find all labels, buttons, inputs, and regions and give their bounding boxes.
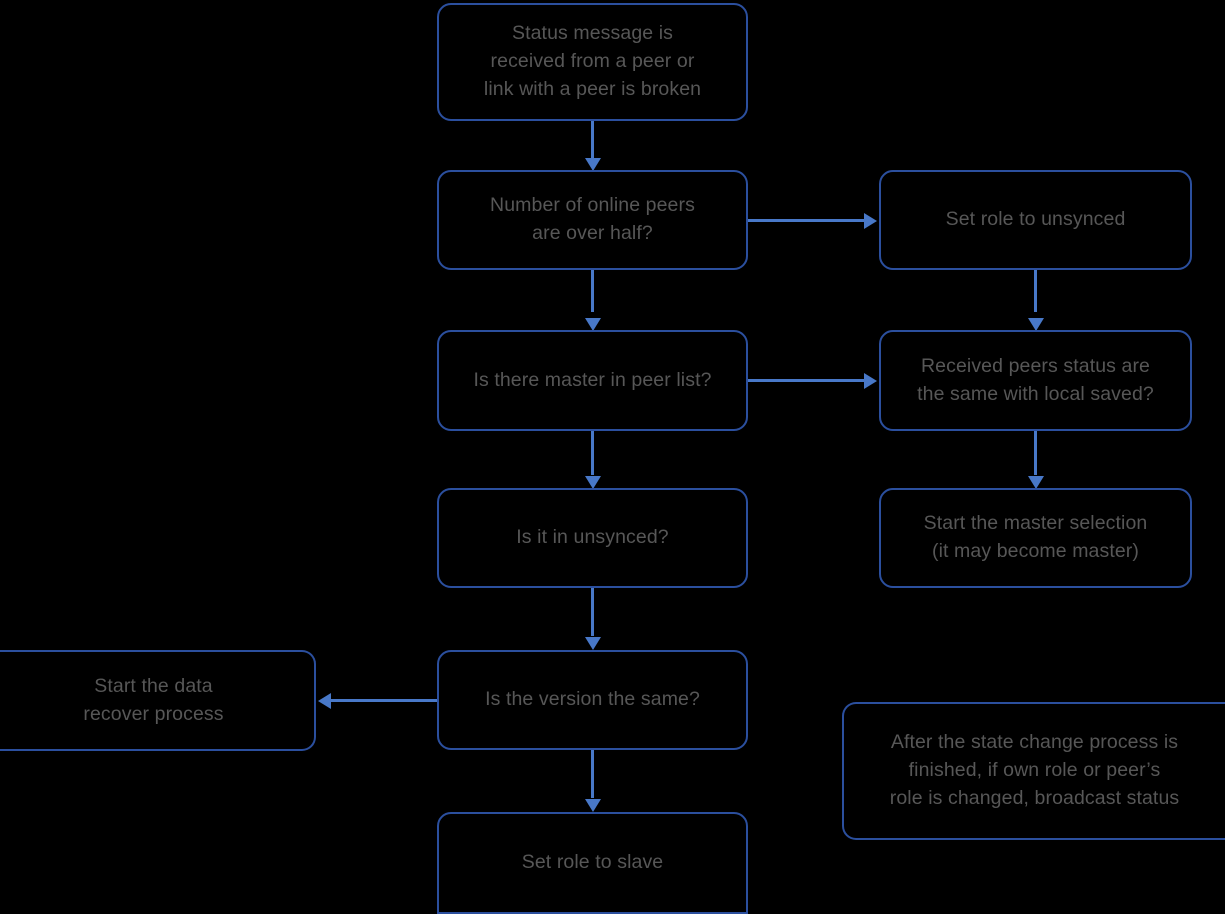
arrowhead-version-same-to-data-recover	[318, 692, 331, 709]
connector-start-to-online-peers	[591, 121, 594, 163]
node-label: Set role to unsynced	[945, 208, 1126, 231]
connector-master-list-to-peers-status	[748, 379, 866, 382]
flowchart-canvas: Status message is received from a peer o…	[0, 0, 1225, 914]
node-number-of-online-peers[interactable]: Number of online peers are over half?	[437, 170, 748, 270]
arrowhead-version-same-to-set-slave	[584, 799, 601, 812]
node-start-the-master-selection[interactable]: Start the master selection (it may becom…	[879, 488, 1192, 588]
node-is-it-in-unsynced[interactable]: Is it in unsynced?	[437, 488, 748, 588]
connector-master-list-to-in-unsynced	[591, 431, 594, 475]
node-label: Set role to slave	[521, 851, 664, 874]
node-label: After the state change process is finish…	[889, 731, 1180, 809]
node-label: Status message is received from a peer o…	[483, 22, 702, 100]
node-label: Is the version the same?	[485, 688, 700, 711]
node-status-message-received[interactable]: Status message is received from a peer o…	[437, 3, 748, 121]
arrowhead-in-unsynced-to-version-same	[584, 637, 601, 650]
node-label: Start the data recover process	[83, 674, 224, 725]
node-broadcast-status-note[interactable]: After the state change process is finish…	[842, 702, 1225, 840]
node-is-there-master-in-peer-list[interactable]: Is there master in peer list?	[437, 330, 748, 431]
connector-set-unsynced-to-peers-status	[1034, 270, 1037, 312]
connector-online-peers-to-set-unsynced	[748, 219, 866, 222]
node-received-peers-status-same[interactable]: Received peers status are the same with …	[879, 330, 1192, 431]
connector-version-same-to-data-recover	[331, 699, 438, 702]
node-label: Number of online peers are over half?	[490, 194, 695, 244]
connector-version-same-to-set-slave	[591, 750, 594, 798]
node-start-the-data-recover-process[interactable]: Start the data recover process	[0, 650, 316, 751]
node-label: Is there master in peer list?	[473, 368, 712, 391]
connector-online-peers-to-master-list	[591, 270, 594, 312]
node-label: Received peers status are the same with …	[917, 354, 1154, 405]
node-set-role-to-slave[interactable]: Set role to slave	[437, 812, 748, 914]
node-set-role-to-unsynced[interactable]: Set role to unsynced	[879, 170, 1192, 270]
node-label: Is it in unsynced?	[516, 526, 669, 549]
node-is-the-version-the-same[interactable]: Is the version the same?	[437, 650, 748, 750]
connector-peers-status-to-master-selection	[1034, 431, 1037, 475]
connector-in-unsynced-to-version-same	[591, 588, 594, 636]
node-label: Start the master selection (it may becom…	[923, 512, 1148, 562]
